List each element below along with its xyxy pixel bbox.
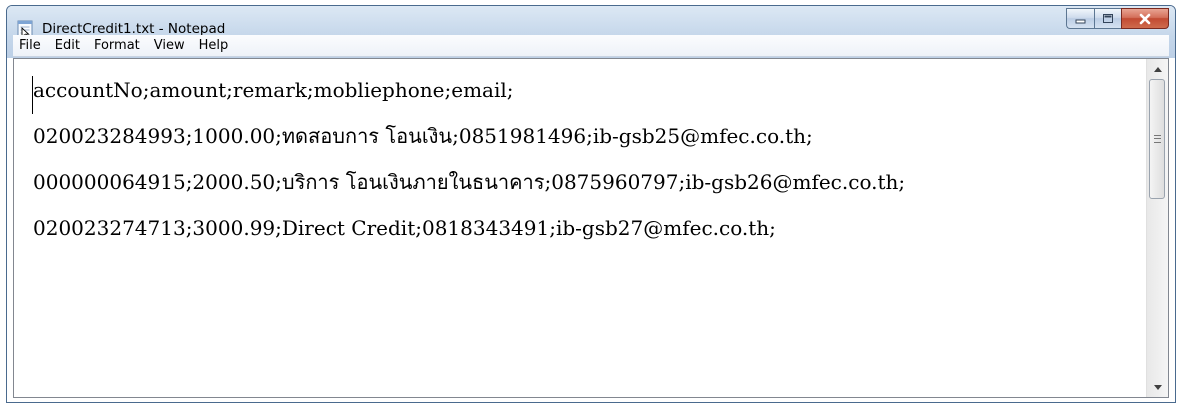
minimize-icon xyxy=(1075,19,1085,23)
menu-file[interactable]: File xyxy=(13,36,48,56)
thumb-grip-icon xyxy=(1153,135,1161,143)
close-icon xyxy=(1139,13,1151,24)
scroll-down-arrow-icon xyxy=(1153,384,1162,390)
minimize-button[interactable] xyxy=(1066,8,1094,29)
document-line: accountNo;amount;remark;mobliephone;emai… xyxy=(33,78,514,102)
maximize-button[interactable] xyxy=(1094,8,1121,29)
vertical-scrollbar[interactable] xyxy=(1146,59,1168,397)
scroll-down-button[interactable] xyxy=(1147,377,1168,397)
document-line: 000000064915;2000.50;บริการ โอนเงินภายใน… xyxy=(33,170,906,194)
text-editor[interactable]: accountNo;amount;remark;mobliephone;emai… xyxy=(13,58,1169,398)
notepad-window: DirectCredit1.txt - Notepad File Edit Fo… xyxy=(6,5,1176,403)
document-text[interactable]: accountNo;amount;remark;mobliephone;emai… xyxy=(33,75,1143,259)
scroll-up-arrow-icon xyxy=(1153,66,1162,72)
menu-help[interactable]: Help xyxy=(192,36,236,56)
menu-edit[interactable]: Edit xyxy=(48,36,87,56)
close-button[interactable] xyxy=(1121,8,1169,29)
menu-format[interactable]: Format xyxy=(87,36,147,56)
menu-view[interactable]: View xyxy=(147,36,192,56)
document-line: 020023284993;1000.00;ทดสอบการ โอนเงิน;08… xyxy=(33,124,813,148)
menu-bar: File Edit Format View Help xyxy=(13,35,1169,57)
document-line: 020023274713;3000.99;Direct Credit;08183… xyxy=(33,216,776,240)
caption-buttons xyxy=(1066,8,1169,30)
scrollbar-thumb[interactable] xyxy=(1149,79,1165,199)
maximize-icon xyxy=(1103,14,1113,23)
scroll-up-button[interactable] xyxy=(1147,59,1168,79)
